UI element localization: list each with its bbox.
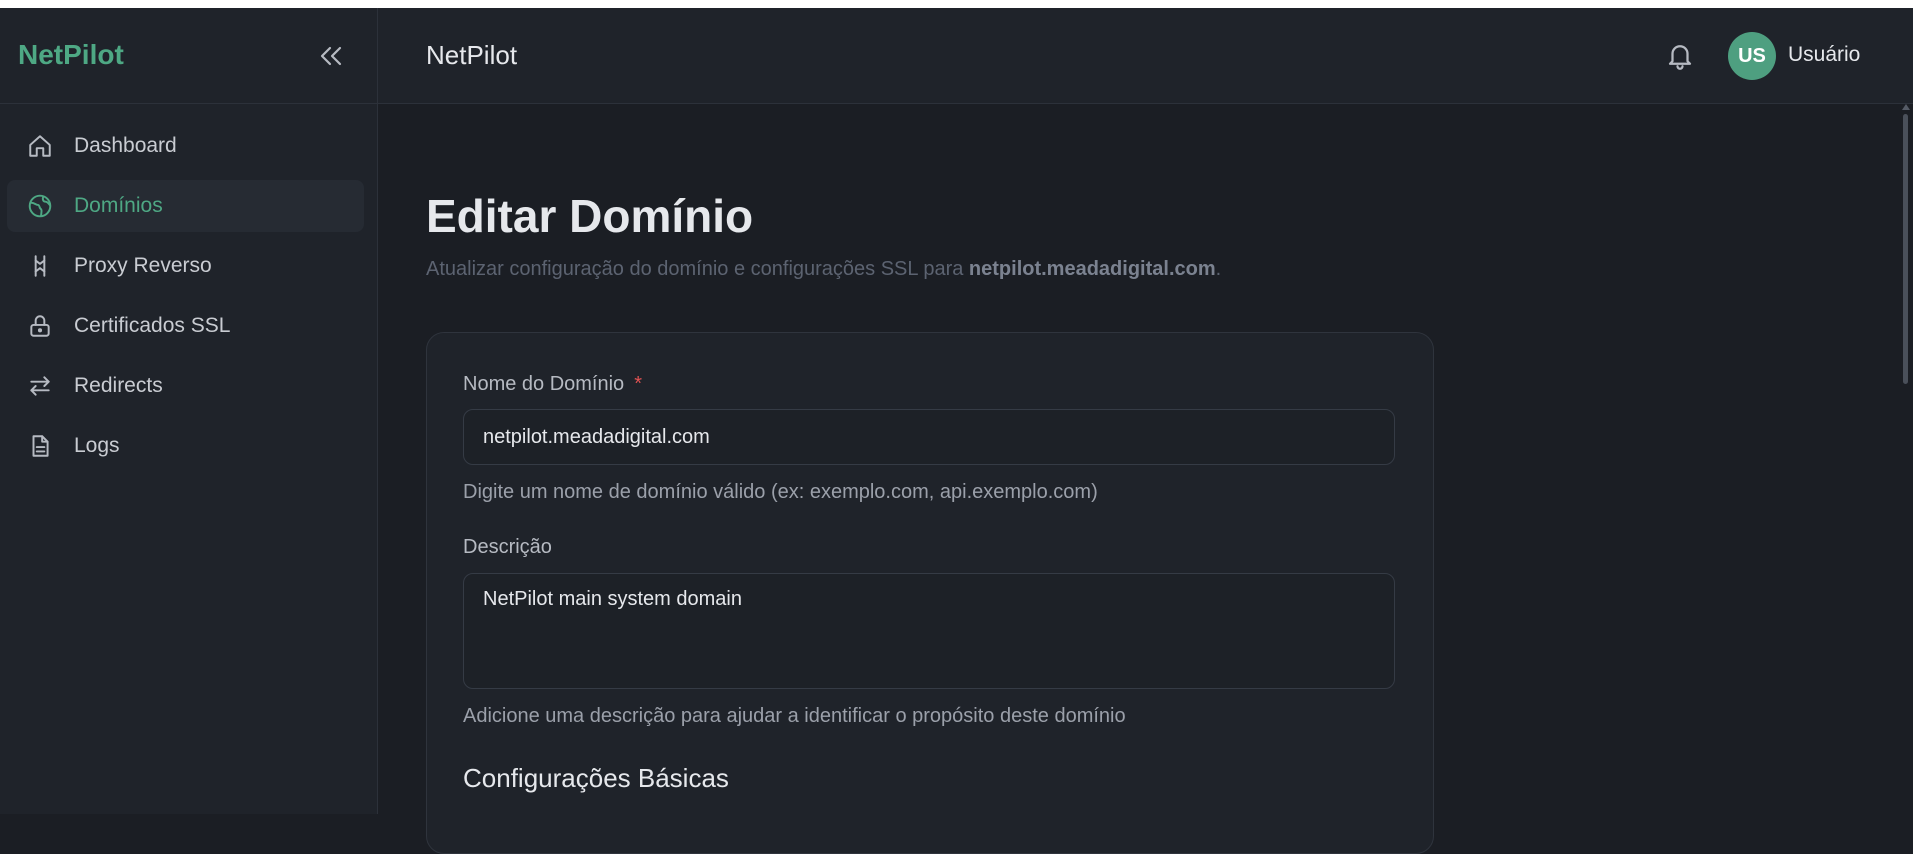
arrows-icon (25, 371, 55, 401)
sidebar-item-redirects[interactable]: Redirects (7, 360, 364, 412)
sidebar-item-certificados-ssl[interactable]: Certificados SSL (7, 300, 364, 352)
sidebar-item-label: Dashboard (74, 134, 177, 157)
description-help: Adicione uma descrição para ajudar a ide… (463, 705, 1126, 727)
top-bar: NetPilot US Usuário (378, 8, 1913, 104)
sidebar-item-proxy-reverso[interactable]: Proxy Reverso (7, 240, 364, 292)
proxy-icon (25, 251, 55, 281)
sidebar-item-dominios[interactable]: Domínios (7, 180, 364, 232)
scroll-up-arrow-icon[interactable] (1902, 104, 1910, 110)
subtitle-domain: netpilot.meadadigital.com (968, 258, 1216, 280)
home-icon (25, 131, 55, 161)
sidebar-item-label: Domínios (74, 194, 163, 217)
scrollbar-thumb[interactable] (1903, 114, 1908, 384)
required-indicator: * (634, 373, 642, 395)
avatar[interactable]: US (1728, 32, 1776, 80)
user-menu-name[interactable]: Usuário (1788, 43, 1860, 67)
sidebar-item-logs[interactable]: Logs (7, 420, 364, 472)
sidebar: NetPilot Dashboard Domínios Proxy Revers… (0, 8, 378, 814)
domain-name-help: Digite um nome de domínio válido (ex: ex… (463, 481, 1098, 503)
brand-logo[interactable]: NetPilot (18, 39, 124, 71)
main-scrollbar[interactable] (1898, 104, 1913, 814)
sidebar-item-label: Certificados SSL (74, 314, 231, 337)
domain-name-input[interactable] (463, 409, 1395, 465)
window-top-edge (0, 0, 1913, 8)
main-content: Editar Domínio Atualizar configuração do… (378, 104, 1898, 854)
collapse-sidebar-button[interactable] (316, 41, 346, 71)
basic-settings-heading: Configurações Básicas (463, 763, 729, 793)
domain-name-label: Nome do Domínio * (463, 373, 642, 396)
file-text-icon (25, 431, 55, 461)
double-chevron-left-icon (320, 46, 342, 66)
sidebar-item-label: Proxy Reverso (74, 254, 212, 277)
header-title: NetPilot (426, 40, 518, 70)
sidebar-nav: Dashboard Domínios Proxy Reverso Certifi… (0, 104, 377, 472)
page-subtitle: Atualizar configuração do domínio e conf… (426, 258, 1221, 281)
sidebar-header: NetPilot (0, 8, 377, 104)
subtitle-end: . (1215, 258, 1222, 280)
description-textarea[interactable]: NetPilot main system domain (463, 573, 1395, 689)
sidebar-item-label: Redirects (74, 374, 163, 397)
sidebar-item-label: Logs (74, 434, 120, 457)
domain-name-label-text: Nome do Domínio (463, 373, 625, 395)
edit-domain-form: Nome do Domínio * Digite um nome de domín… (426, 332, 1434, 854)
bell-icon (1668, 45, 1692, 70)
page-title: Editar Domínio (426, 190, 754, 242)
sidebar-item-dashboard[interactable]: Dashboard (7, 120, 364, 172)
subtitle-text: Atualizar configuração do domínio e conf… (426, 258, 969, 280)
description-label: Descrição (463, 536, 552, 558)
globe-icon (25, 191, 55, 221)
lock-icon (25, 311, 55, 341)
notifications-button[interactable] (1663, 38, 1697, 72)
